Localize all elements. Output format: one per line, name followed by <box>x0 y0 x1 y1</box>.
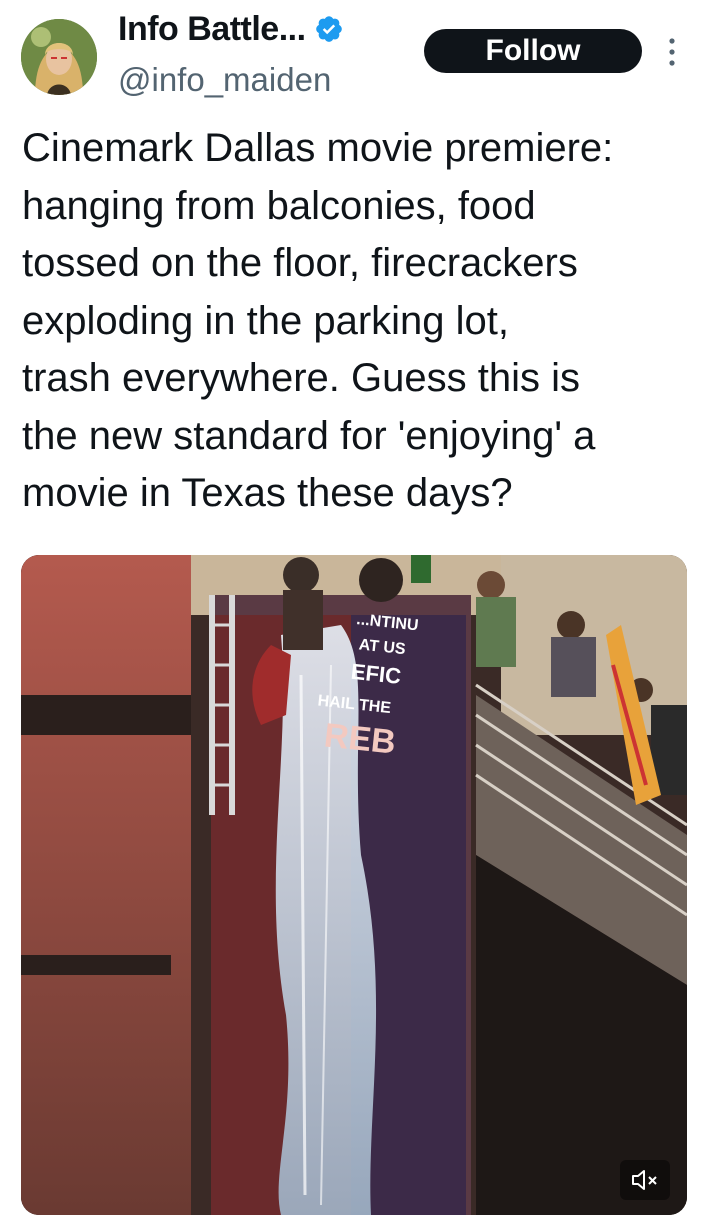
tweet-header: Info Battle... @info_maiden Follow <box>0 0 709 110</box>
banner-text-3: EFIC <box>350 659 403 689</box>
verified-badge-icon <box>315 16 342 42</box>
tweet-text: Cinemark Dallas movie premiere: hanging … <box>22 126 614 515</box>
video-frame: ...NTINU AT US EFIC HAIL THE REB <box>21 555 687 1215</box>
more-vertical-icon[interactable] <box>662 34 682 70</box>
volume-muted-icon <box>632 1170 657 1190</box>
author-name-row: Info Battle... <box>118 9 344 49</box>
author-handle[interactable]: @info_maiden <box>118 60 331 100</box>
avatar[interactable] <box>21 19 97 95</box>
follow-button[interactable]: Follow <box>424 29 642 73</box>
banner-text-5: REB <box>322 716 397 761</box>
author-display-name[interactable]: Info Battle... <box>118 9 306 49</box>
mute-button[interactable] <box>620 1160 670 1200</box>
tweet-video[interactable]: ...NTINU AT US EFIC HAIL THE REB <box>21 555 687 1215</box>
